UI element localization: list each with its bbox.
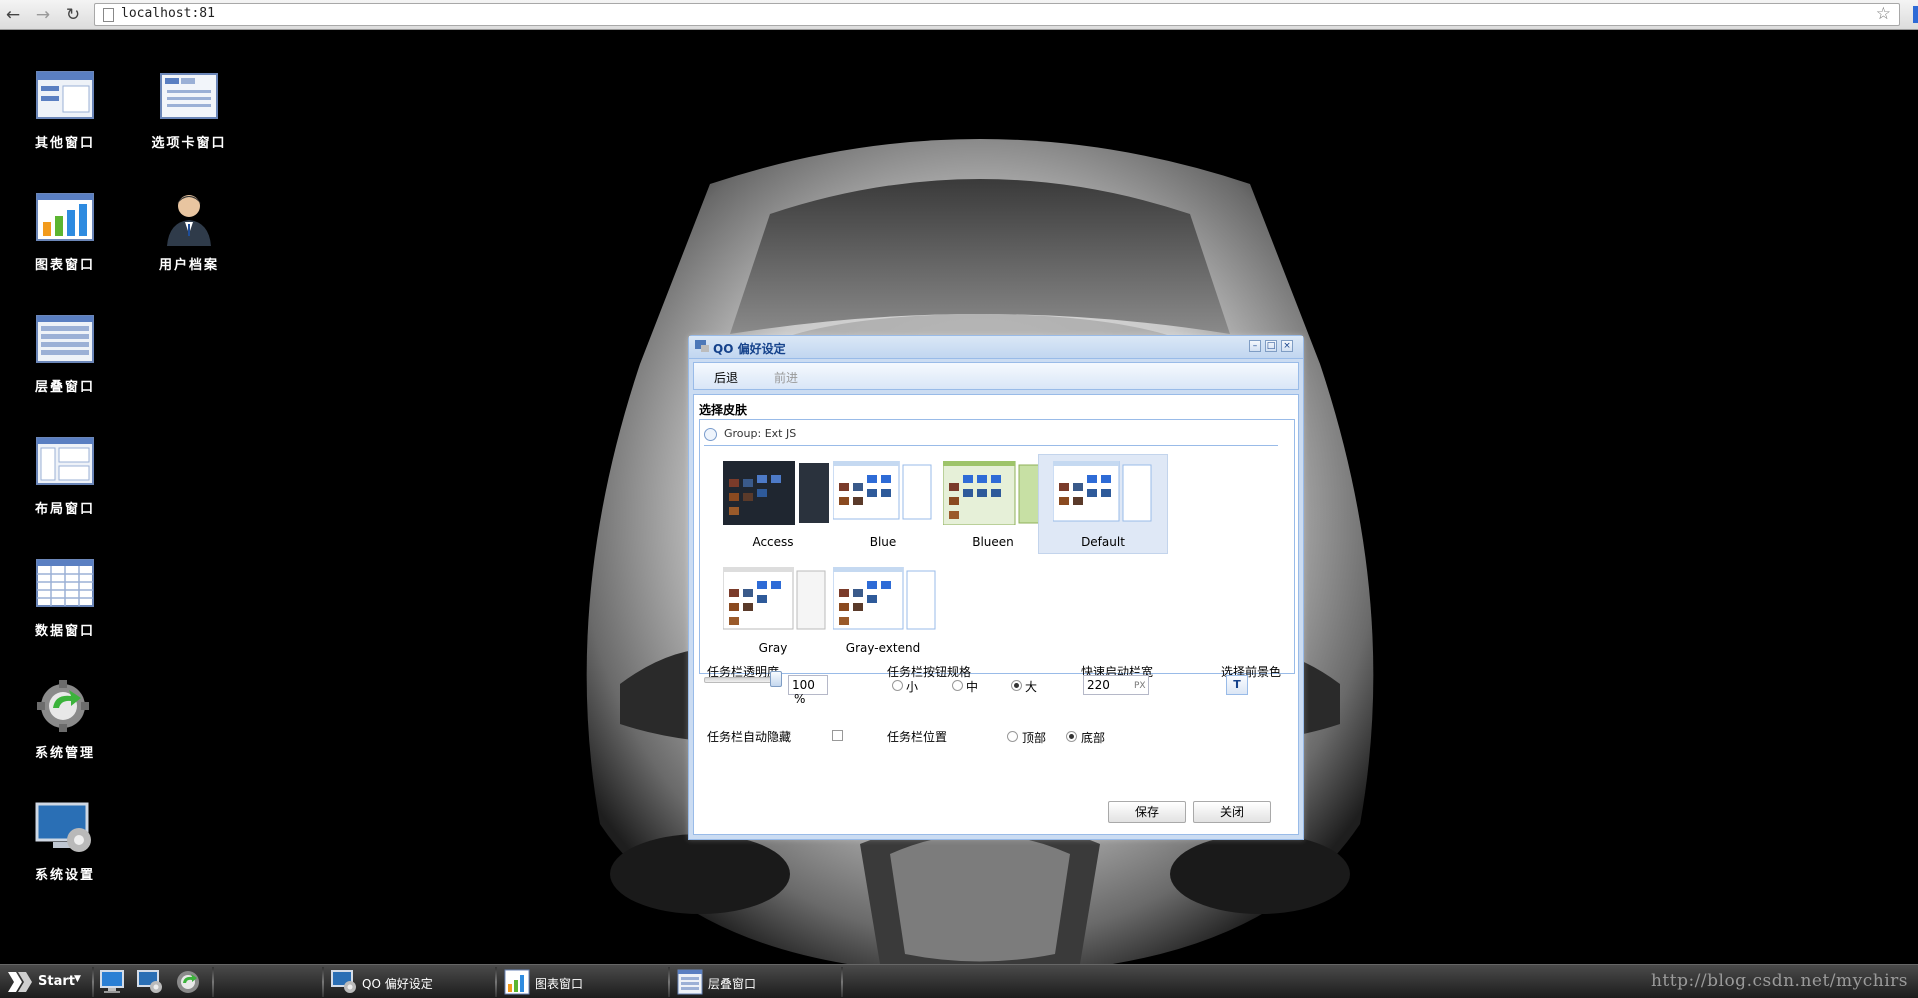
window-app-icon xyxy=(695,340,709,352)
size-medium-label: 中 xyxy=(966,680,979,694)
taskbar-separator xyxy=(92,967,94,997)
group-collapse-icon[interactable] xyxy=(704,428,717,441)
desktop-icon-layout-window[interactable]: 布局窗口 xyxy=(10,434,120,517)
desktop-icon-cascade-window[interactable]: 层叠窗口 xyxy=(10,312,120,395)
skin-option-default[interactable]: Default xyxy=(1038,454,1168,554)
star-icon[interactable]: ☆ xyxy=(1876,4,1891,24)
minimize-icon[interactable]: – xyxy=(1249,340,1261,352)
fg-color-button[interactable]: T xyxy=(1226,675,1248,695)
position-bottom-label: 底部 xyxy=(1081,731,1106,745)
monitor-icon[interactable] xyxy=(98,969,126,995)
skin-preview-gray xyxy=(723,567,826,630)
cascade-window-icon xyxy=(36,315,94,363)
reload-icon[interactable]: ↻ xyxy=(62,4,84,26)
desktop-icon-system-management[interactable]: 系统管理 xyxy=(10,678,120,761)
position-top-radio[interactable] xyxy=(1007,731,1018,742)
grid-window-icon xyxy=(36,559,94,607)
save-button[interactable]: 保存 xyxy=(1108,801,1186,823)
browser-toolbar: ← → ↻ localhost:81 ☆ xyxy=(0,0,1918,30)
task-button-cascade-window[interactable]: 层叠窗口 xyxy=(674,968,842,996)
position-label: 任务栏位置 xyxy=(887,730,948,744)
layout-window-icon xyxy=(36,437,94,485)
preferences-window: QO 偏好设定 – □ × 后退 前进 选择皮肤 Group: Ext JS A… xyxy=(688,335,1304,840)
skin-selector: Group: Ext JS Access Blue Blueen Default… xyxy=(699,419,1295,674)
skin-preview-blueen xyxy=(943,461,1050,525)
taskbar-separator xyxy=(212,967,214,997)
transparency-slider-track[interactable] xyxy=(704,677,780,683)
desktop-icon-tabs-window[interactable]: 选项卡窗口 xyxy=(134,68,244,151)
watermark: http://blog.csdn.net/mychirs xyxy=(1650,971,1908,991)
bar-chart-icon xyxy=(504,969,530,995)
task-button-chart-window[interactable]: 图表窗口 xyxy=(501,968,669,996)
desktop-icon-other-window[interactable]: 其他窗口 xyxy=(10,68,120,151)
skin-preview-access xyxy=(723,461,829,525)
user-icon xyxy=(167,195,211,246)
close-icon[interactable]: × xyxy=(1281,340,1293,352)
back-arrow-icon[interactable]: ← xyxy=(2,4,24,26)
desktop-icon-user-profile[interactable]: 用户档案 xyxy=(134,190,244,273)
quickstart-unit: PX xyxy=(1134,681,1146,691)
skin-preview-default xyxy=(1053,461,1152,522)
gear-refresh-icon[interactable] xyxy=(174,969,202,995)
group-label: Group: Ext JS xyxy=(724,427,797,440)
bar-chart-icon xyxy=(36,193,94,241)
size-large-label: 大 xyxy=(1025,680,1038,694)
skin-name: Default xyxy=(1081,535,1125,549)
start-button[interactable]: Start ▼ xyxy=(4,969,88,995)
extension-tab[interactable] xyxy=(1913,6,1918,23)
skin-name: Gray-extend xyxy=(845,641,921,655)
autohide-label: 任务栏自动隐藏 xyxy=(707,730,792,744)
close-button[interactable]: 关闭 xyxy=(1193,801,1271,823)
taskbar-separator xyxy=(841,967,843,997)
forward-button[interactable]: 前进 xyxy=(774,369,798,386)
window-toolbar: 后退 前进 xyxy=(693,362,1299,390)
skin-option-gray-extend[interactable]: Gray-extend xyxy=(818,560,948,660)
start-logo-icon xyxy=(8,972,32,992)
tabs-window-icon xyxy=(160,73,218,119)
gear-refresh-icon xyxy=(37,680,89,732)
size-large-radio[interactable] xyxy=(1011,680,1022,691)
taskbar-separator xyxy=(668,967,670,997)
monitor-gear-icon xyxy=(331,970,356,993)
transparency-slider-thumb[interactable] xyxy=(770,671,782,687)
skin-preview-gray-extend xyxy=(833,567,936,630)
skin-section-title: 选择皮肤 xyxy=(699,403,748,417)
window-icon xyxy=(36,71,94,119)
button-size-label: 任务栏按钮规格 xyxy=(887,665,972,679)
desktop-icon-data-window[interactable]: 数据窗口 xyxy=(10,556,120,639)
maximize-icon[interactable]: □ xyxy=(1265,340,1277,352)
autohide-checkbox[interactable] xyxy=(832,730,843,741)
taskbar-separator xyxy=(322,967,324,997)
task-button-preferences[interactable]: QO 偏好设定 xyxy=(328,968,496,996)
back-button[interactable]: 后退 xyxy=(714,369,738,386)
window-body: 选择皮肤 Group: Ext JS Access Blue Blueen De… xyxy=(693,394,1299,835)
monitor-gear-icon[interactable] xyxy=(136,969,164,995)
cascade-window-icon xyxy=(677,969,703,995)
size-medium-radio[interactable] xyxy=(952,680,963,691)
transparency-field[interactable]: 100 % xyxy=(788,675,828,706)
chevron-down-icon: ▼ xyxy=(74,974,81,984)
url-text: localhost:81 xyxy=(121,6,215,21)
address-bar[interactable]: localhost:81 ☆ xyxy=(94,3,1900,26)
size-small-radio[interactable] xyxy=(892,680,903,691)
page-icon xyxy=(103,8,114,22)
position-bottom-radio[interactable] xyxy=(1066,731,1077,742)
desktop: 其他窗口 选项卡窗口 图表窗口 用户档案 层叠窗口 布局窗口 数据窗口 系统管理… xyxy=(0,30,1918,964)
skin-group-header[interactable]: Group: Ext JS xyxy=(704,427,1278,446)
desktop-icon-chart-window[interactable]: 图表窗口 xyxy=(10,190,120,273)
skin-preview-blue xyxy=(833,461,932,520)
window-title: QO 偏好设定 xyxy=(713,342,786,356)
taskbar-separator xyxy=(495,967,497,997)
window-header[interactable]: QO 偏好设定 – □ × xyxy=(689,336,1303,359)
desktop-icon-system-settings[interactable]: 系统设置 xyxy=(10,800,120,883)
taskbar: Start ▼ QO 偏好设定 图表窗口 层叠窗口 http://blog.cs… xyxy=(0,964,1918,998)
position-top-label: 顶部 xyxy=(1022,731,1047,745)
size-small-label: 小 xyxy=(906,680,919,694)
forward-arrow-icon[interactable]: → xyxy=(32,4,54,26)
monitor-gear-icon xyxy=(35,802,91,852)
